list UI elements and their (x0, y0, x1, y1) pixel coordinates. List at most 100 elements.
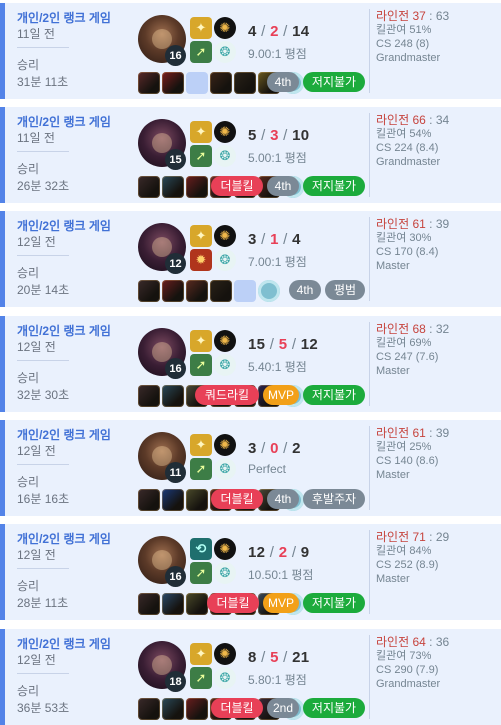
darius-icon[interactable]: 16 (138, 15, 186, 66)
item-icon[interactable] (186, 593, 208, 615)
conqueror-rune-icon[interactable]: ✺ (214, 225, 236, 247)
kda-separator: / (256, 440, 271, 457)
item-icon[interactable] (138, 280, 160, 302)
queue-type[interactable]: 개인/2인 랭크 게임 (17, 428, 133, 443)
kda-ratio: 7.00:1 평점 (248, 255, 307, 269)
match-card[interactable]: 개인/2인 랭크 게임 12일 전 승리 20분 14초 12 ✦ ✹ ✺ ❂ 3 / 1 / 4… (0, 211, 501, 307)
flash-spell-icon[interactable]: ✦ (190, 330, 212, 352)
kda-score: 3 / 0 / 2 (248, 440, 301, 457)
match-stats: 라인전 66 : 34 킬관여 54% CS 224 (8.4) Grandmaste… (369, 113, 501, 197)
ignite-spell-icon[interactable]: ✹ (190, 249, 212, 271)
mordekaiser-icon[interactable]: 15 (138, 119, 186, 170)
conqueror-rune-icon[interactable]: ✺ (214, 538, 236, 560)
kda-separator: / (278, 127, 293, 144)
conqueror-rune-icon[interactable]: ✺ (214, 17, 236, 39)
ghost-spell-icon[interactable]: ➚ (190, 41, 212, 63)
match-card[interactable]: 개인/2인 랭크 게임 11일 전 승리 31분 11초 16 ✦ ➚ ✺ ❂ 4 / 2 / 1… (0, 3, 501, 99)
queue-type[interactable]: 개인/2인 랭크 게임 (17, 532, 133, 547)
match-badge: 더블킬 (211, 176, 263, 196)
conqueror-rune-icon[interactable]: ✺ (214, 330, 236, 352)
kda-score: 15 / 5 / 12 (248, 336, 318, 353)
item-icon[interactable] (138, 72, 160, 94)
item-icon[interactable] (138, 698, 160, 720)
item-icon[interactable] (234, 72, 256, 94)
flash-spell-icon[interactable]: ✦ (190, 434, 212, 456)
mordekaiser-icon[interactable]: 12 (138, 223, 186, 274)
flash-spell-icon[interactable]: ✦ (190, 121, 212, 143)
item-icon[interactable] (162, 489, 184, 511)
kda-ratio: 5.00:1 평점 (248, 151, 307, 165)
deaths: 1 (270, 231, 279, 248)
kda-score: 8 / 5 / 21 (248, 649, 309, 666)
ward-trinket-icon[interactable] (258, 280, 280, 302)
item-icon[interactable] (138, 385, 160, 407)
item-icon[interactable] (162, 698, 184, 720)
queue-type[interactable]: 개인/2인 랭크 게임 (17, 11, 133, 26)
resolve-rune-icon[interactable]: ❂ (214, 667, 236, 689)
item-icon[interactable] (162, 280, 184, 302)
ghost-spell-icon[interactable]: ➚ (190, 667, 212, 689)
conqueror-rune-icon[interactable]: ✺ (214, 643, 236, 665)
conqueror-rune-icon[interactable]: ✺ (214, 434, 236, 456)
resolve-rune-icon[interactable]: ❂ (214, 458, 236, 480)
kill-part: 킬관여 51% (376, 24, 432, 36)
match-result: 승리 (17, 58, 40, 72)
ghost-spell-icon[interactable]: ➚ (190, 354, 212, 376)
darius-icon[interactable]: 11 (138, 432, 186, 483)
resolve-rune-icon[interactable]: ❂ (214, 562, 236, 584)
mordekaiser-icon[interactable]: 18 (138, 641, 186, 692)
divider (17, 47, 69, 48)
deaths: 2 (270, 23, 279, 40)
queue-type[interactable]: 개인/2인 랭크 게임 (17, 637, 133, 652)
deaths: 5 (270, 649, 279, 666)
resolve-rune-icon[interactable]: ❂ (214, 145, 236, 167)
match-card[interactable]: 개인/2인 랭크 게임 12일 전 승리 28분 11초 16 ⟲ ➚ ✺ ❂ 12 / 2 / … (0, 524, 501, 620)
item-icon[interactable] (138, 593, 160, 615)
item-icon[interactable] (162, 593, 184, 615)
item-icon[interactable] (162, 176, 184, 198)
flash-spell-icon[interactable]: ✦ (190, 643, 212, 665)
match-card[interactable]: 개인/2인 랭크 게임 12일 전 승리 32분 30초 16 ✦ ➚ ✺ ❂ 15 / 5 / … (0, 316, 501, 412)
conqueror-rune-icon[interactable]: ✺ (214, 121, 236, 143)
item-icon[interactable] (186, 489, 208, 511)
lane-result: 라인전 64 : 36 (376, 635, 501, 649)
divider (17, 151, 69, 152)
resolve-rune-icon[interactable]: ❂ (214, 41, 236, 63)
item-icon[interactable] (138, 176, 160, 198)
lane-win: 64 (412, 635, 426, 649)
match-card[interactable]: 개인/2인 랭크 게임 12일 전 승리 36분 53초 18 ✦ ➚ ✺ ❂ 8 / 5 / 2… (0, 629, 501, 725)
item-icon[interactable] (186, 698, 208, 720)
darius-icon[interactable]: 16 (138, 536, 186, 587)
ghost-spell-icon[interactable]: ➚ (190, 145, 212, 167)
match-badge: 저지불가 (303, 698, 365, 718)
item-icon[interactable] (210, 72, 232, 94)
match-badge: 더블킬 (207, 593, 259, 613)
kda-separator: / (278, 23, 293, 40)
ghost-spell-icon[interactable]: ➚ (190, 562, 212, 584)
flash-spell-icon[interactable]: ✦ (190, 17, 212, 39)
item-icon[interactable] (186, 176, 208, 198)
teleport-spell-icon[interactable]: ⟲ (190, 538, 212, 560)
match-duration: 28분 11초 (17, 596, 69, 610)
item-icon[interactable] (210, 280, 232, 302)
queue-type[interactable]: 개인/2인 랭크 게임 (17, 115, 133, 130)
resolve-rune-icon[interactable]: ❂ (214, 249, 236, 271)
ghost-spell-icon[interactable]: ➚ (190, 458, 212, 480)
match-card[interactable]: 개인/2인 랭크 게임 11일 전 승리 26분 32초 15 ✦ ➚ ✺ ❂ 5 / 3 / 1… (0, 107, 501, 203)
item-icon[interactable] (162, 385, 184, 407)
kills: 8 (248, 649, 257, 666)
item-icon[interactable] (162, 72, 184, 94)
queue-type[interactable]: 개인/2인 랭크 게임 (17, 219, 133, 234)
match-info: 개인/2인 랭크 게임 11일 전 (17, 115, 133, 146)
flash-spell-icon[interactable]: ✦ (190, 225, 212, 247)
item-icon[interactable] (138, 489, 160, 511)
lane-colon: : (425, 530, 436, 544)
resolve-rune-icon[interactable]: ❂ (214, 354, 236, 376)
match-stats: 라인전 71 : 29 킬관여 84% CS 252 (8.9) Master (369, 530, 501, 614)
item-icon[interactable] (186, 280, 208, 302)
mordekaiser-icon[interactable]: 16 (138, 328, 186, 379)
queue-type[interactable]: 개인/2인 랭크 게임 (17, 324, 133, 339)
match-card[interactable]: 개인/2인 랭크 게임 12일 전 승리 16분 16초 11 ✦ ➚ ✺ ❂ 3 / 0 / 2… (0, 420, 501, 516)
lane-colon: : (425, 426, 436, 440)
divider (17, 673, 69, 674)
